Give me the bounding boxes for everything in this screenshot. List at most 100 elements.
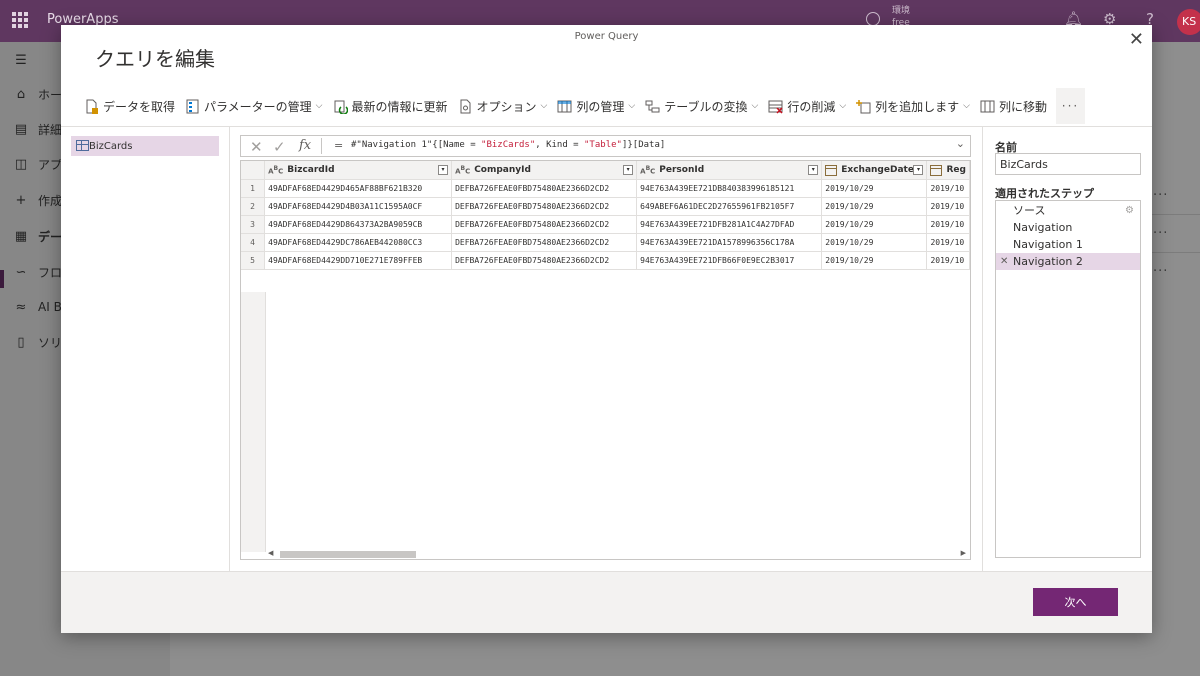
column-filter-icon[interactable]: ▾ [623,165,634,175]
table-cell[interactable]: 49ADFAF68ED4429DD710E271E789FFEB [264,251,453,270]
table-cell[interactable]: 49ADFAF68ED4429DC786AEB442080CC3 [264,233,453,252]
column-header-exchangedate[interactable]: ExchangeDate ▾ [821,161,928,180]
table-cell[interactable]: DEFBA726FEAE0FBD75480AE2366D2CD2 [451,251,638,270]
horizontal-scrollbar[interactable]: ◀ ▶ [266,549,970,559]
table-cell[interactable]: 2019/10 [926,197,970,216]
date-type-icon[interactable] [825,164,838,176]
table-cell[interactable]: 2019/10 [926,233,970,252]
nav-item-label: アプ [38,157,63,172]
datetime-type-icon[interactable] [930,164,943,176]
hamburger-menu-icon[interactable]: ☰ [14,50,28,70]
expand-formula-icon[interactable]: ⌄ [956,137,965,150]
table-cell[interactable]: 94E763A439EE721DA1578996356C178A [636,233,823,252]
query-item-bizcards[interactable]: BizCards [71,136,219,156]
table-cell[interactable]: DEFBA726FEAE0FBD75480AE2366D2CD2 [451,233,638,252]
step-item-navigation[interactable]: Navigation [996,219,1140,236]
column-filter-icon[interactable]: ▾ [808,165,819,175]
table-cell[interactable]: DEFBA726FEAE0FBD75480AE2366D2CD2 [451,215,638,234]
column-header-reg[interactable]: Reg [926,161,970,180]
table-cell[interactable]: 2019/10/29 [821,233,928,252]
transform-table-button[interactable]: テーブルの変換 ⌵ [640,88,763,124]
table-header-row: ABC BizcardId ▾ ABC CompanyId ▾ ABC PersonId ▾… [241,161,970,180]
step-item-navigation-2[interactable]: ✕ Navigation 2 [996,253,1140,270]
formula-input[interactable]: #"Navigation 1"{[Name = "BizCards", Kind… [351,140,665,150]
nav-item-apps[interactable]: ◫ アプ [14,154,62,174]
manage-parameters-button[interactable]: パラメーターの管理 ⌵ [180,88,327,124]
more-icon[interactable]: ··· [1153,188,1168,203]
scroll-right-icon[interactable]: ▶ [961,549,966,557]
table-row[interactable]: 2 49ADFAF68ED4429D4B03A11C1595A0CF DEFBA72… [241,197,970,216]
options-button[interactable]: オプション ⌵ [453,88,553,124]
divider [1152,214,1200,215]
table-cell[interactable]: 94E763A439EE721DB840383996185121 [636,179,823,198]
table-cell[interactable]: 94E763A439EE721DFB66F0E9EC2B3017 [636,251,823,270]
table-cell[interactable]: 2019/10 [926,215,970,234]
cancel-formula-icon[interactable]: ✕ [250,138,263,156]
nav-item-learn[interactable]: ▤ 詳細 [14,119,62,139]
home-icon: ⌂ [16,86,26,102]
nav-item-flows[interactable]: ∽ フロ [14,262,62,282]
next-button[interactable]: 次へ [1033,588,1118,616]
add-column-button[interactable]: 列を追加します ⌵ [851,88,975,124]
commit-formula-icon[interactable]: ✓ [273,138,286,156]
app-launcher-icon[interactable] [12,12,28,28]
manage-columns-button[interactable]: 列の管理 ⌵ [552,88,640,124]
formula-prefix: #"Navigation 1"{[Name = [351,140,482,150]
column-header-personid[interactable]: ABC PersonId ▾ [636,161,823,180]
table-cell[interactable]: 49ADFAF68ED4429D864373A2BA9059CB [264,215,453,234]
delete-step-icon[interactable]: ✕ [1000,253,1008,270]
scroll-left-icon[interactable]: ◀ [268,549,273,557]
flow-icon: ∽ [15,264,27,280]
table-cell[interactable]: DEFBA726FEAE0FBD75480AE2366D2CD2 [451,179,638,198]
get-data-button[interactable]: データを取得 [79,88,180,124]
reduce-rows-button[interactable]: 行の削減 ⌵ [763,88,851,124]
column-filter-icon[interactable]: ▾ [913,165,924,175]
table-cell[interactable]: 49ADFAF68ED4429D465AF88BF621B320 [264,179,453,198]
column-header-companyid[interactable]: ABC CompanyId ▾ [451,161,638,180]
table-row[interactable]: 5 49ADFAF68ED4429DD710E271E789FFEB DEFBA72… [241,251,970,270]
table-cell[interactable]: 2019/10/29 [821,179,928,198]
step-item-navigation-1[interactable]: Navigation 1 [996,236,1140,253]
columns-icon [557,100,572,112]
more-commands-button[interactable]: ··· [1056,88,1085,124]
manage-parameters-label: パラメーターの管理 [204,99,312,114]
more-icon[interactable]: ··· [1153,226,1168,241]
column-header-bizcardid[interactable]: ABC BizcardId ▾ [264,161,453,180]
refresh-button[interactable]: 最新の情報に更新 [328,88,453,124]
table-cell[interactable]: 2019/10/29 [821,215,928,234]
table-cell[interactable]: DEFBA726FEAE0FBD75480AE2366D2CD2 [451,197,638,216]
column-header-label: BizcardId [287,165,335,175]
gear-icon[interactable]: ⚙ [1125,202,1134,219]
more-icon[interactable]: ··· [1153,264,1168,279]
nav-active-indicator [0,270,4,288]
avatar[interactable]: KS [1177,9,1200,35]
environment-icon[interactable] [866,12,880,26]
table-cell[interactable]: 2019/10/29 [821,251,928,270]
table-cell[interactable]: 94E763A439EE721DFB281A1C4A27DFAD [636,215,823,234]
table-cell[interactable]: 2019/10 [926,251,970,270]
nav-item-create[interactable]: + 作成 [14,190,62,210]
step-item-source[interactable]: ソース ⚙ [996,202,1140,219]
queries-pane: BizCards [61,127,230,571]
close-icon[interactable]: ✕ [1129,29,1144,50]
table-cell[interactable]: 2019/10/29 [821,197,928,216]
scrollbar-thumb[interactable] [280,551,416,558]
table-row[interactable]: 4 49ADFAF68ED4429DC786AEB442080CC3 DEFBA72… [241,233,970,252]
table-row[interactable]: 1 49ADFAF68ED4429D465AF88BF621B320 DEFBA72… [241,179,970,198]
text-type-icon[interactable]: ABC [455,165,470,175]
fx-icon[interactable]: fx [299,138,311,153]
text-type-icon[interactable]: ABC [268,165,283,175]
nav-item-solutions[interactable]: ▯ ソリ [14,332,62,352]
query-name-input[interactable] [995,153,1141,175]
table-cell[interactable]: 2019/10 [926,179,970,198]
row-number-header[interactable] [241,161,266,180]
table-cell[interactable]: 49ADFAF68ED4429D4B03A11C1595A0CF [264,197,453,216]
table-row[interactable]: 3 49ADFAF68ED4429D864373A2BA9059CB DEFBA72… [241,215,970,234]
table-cell[interactable]: 649ABEF6A61DEC2D27655961FB2105F7 [636,197,823,216]
transform-table-label: テーブルの変換 [664,99,748,114]
column-filter-icon[interactable]: ▾ [438,165,449,175]
nav-item-data[interactable]: ▦ デー [14,226,62,246]
go-to-column-button[interactable]: 列に移動 [975,88,1052,124]
nav-item-home[interactable]: ⌂ ホー [14,84,62,104]
text-type-icon[interactable]: ABC [640,165,655,175]
